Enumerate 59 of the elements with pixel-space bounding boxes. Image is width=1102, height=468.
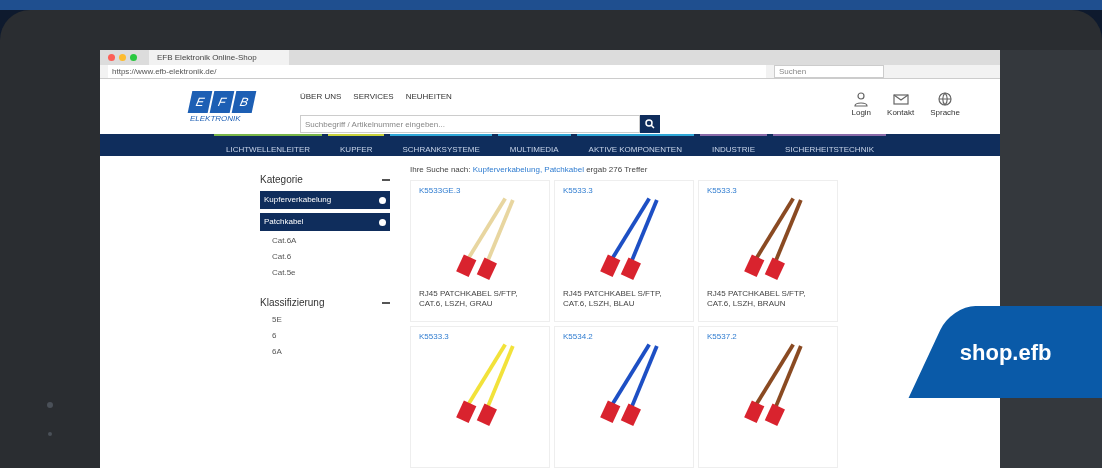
active-filter[interactable]: Patchkabel bbox=[260, 213, 390, 231]
filter-option[interactable]: Cat.6A bbox=[260, 235, 390, 247]
product-name: RJ45 PATCHKABEL S/FTP, CAT.6, LSZH, BRAUN bbox=[707, 288, 807, 309]
product-card[interactable]: K5537.2 bbox=[698, 326, 838, 468]
browser-search-field[interactable]: Suchen bbox=[774, 65, 884, 78]
search-button[interactable] bbox=[640, 115, 660, 133]
remove-icon[interactable] bbox=[379, 196, 386, 204]
header-action[interactable]: Login bbox=[851, 91, 872, 121]
user-icon bbox=[853, 91, 870, 107]
browser-tab[interactable]: EFB Elektronik Online-Shop bbox=[149, 50, 289, 65]
product-card[interactable]: K5533.3 RJ45 PATCHKABEL S/FTP, CAT.6, LSZH, BRAUN bbox=[698, 180, 838, 322]
logo-letter: E bbox=[187, 91, 213, 113]
results-text: Ihre Suche nach: Kupferverkabelung, Patchkabel ergab 276 Treffer bbox=[410, 164, 649, 176]
filter-option[interactable]: 5E bbox=[260, 314, 390, 326]
product-card[interactable]: K5534.2 bbox=[554, 326, 694, 468]
remove-icon[interactable] bbox=[379, 218, 386, 226]
filter-label: Kupferverkabelung bbox=[264, 194, 332, 206]
banner-text: shop.efb bbox=[960, 338, 1052, 367]
nav-item[interactable]: SICHERHEITSTECHNIK bbox=[773, 134, 886, 156]
product-code: K5533.3 bbox=[419, 331, 450, 343]
header-action[interactable]: Kontakt bbox=[887, 91, 915, 121]
product-name: RJ45 PATCHKABEL S/FTP, CAT.6, LSZH, BLAU bbox=[563, 288, 663, 309]
nav-item[interactable]: INDUSTRIE bbox=[699, 134, 768, 156]
filter-option[interactable]: Cat.6 bbox=[260, 251, 390, 263]
envelope-icon bbox=[892, 91, 909, 107]
nav-item[interactable]: SCHRANKSYSTEME bbox=[390, 134, 492, 156]
filter-option[interactable]: 6A bbox=[260, 346, 390, 358]
header-link[interactable]: SERVICES bbox=[353, 91, 394, 103]
filter-title: Kategorie bbox=[260, 173, 303, 187]
product-code: K5537.2 bbox=[707, 331, 738, 343]
site-search-field[interactable]: Suchbegriff / Artikelnummer eingeben... bbox=[300, 115, 640, 133]
url-field[interactable]: https://www.efb-elektronik.de/ bbox=[108, 65, 766, 78]
logo-text: ELEKTRONIK bbox=[190, 113, 242, 125]
active-filter[interactable]: Kupferverkabelung bbox=[260, 191, 390, 209]
filter-title: Klassifizierung bbox=[260, 296, 325, 310]
product-card[interactable]: K5533GE.3 RJ45 PATCHKABEL S/FTP, CAT.6, LSZH, GRAU bbox=[410, 180, 550, 322]
product-code: K5534.2 bbox=[563, 331, 594, 343]
filter-option[interactable]: 6 bbox=[260, 330, 390, 342]
collapse-icon[interactable] bbox=[382, 178, 390, 181]
product-code: K5533.3 bbox=[563, 185, 594, 197]
header-link[interactable]: ÜBER UNS bbox=[300, 91, 342, 103]
search-icon bbox=[645, 119, 655, 129]
nav-item[interactable]: KUPFER bbox=[328, 134, 385, 156]
product-code: K5533GE.3 bbox=[419, 185, 462, 197]
header-link[interactable]: NEUHEITEN bbox=[405, 91, 452, 103]
collapse-icon[interactable] bbox=[382, 301, 390, 304]
product-code: K5533.3 bbox=[707, 185, 738, 197]
nav-item[interactable]: MULTIMEDIA bbox=[497, 134, 571, 156]
nav-item[interactable]: LICHTWELLENLEITER bbox=[214, 134, 323, 156]
logo-letter: F bbox=[209, 91, 235, 113]
filter-option[interactable]: Cat.5e bbox=[260, 267, 390, 279]
nav-item[interactable]: AKTIVE KOMPONENTEN bbox=[576, 134, 694, 156]
product-card[interactable]: K5533.3 bbox=[410, 326, 550, 468]
filter-label: Patchkabel bbox=[264, 216, 304, 228]
product-card[interactable]: K5533.3 RJ45 PATCHKABEL S/FTP, CAT.6, LSZH, BLAU bbox=[554, 180, 694, 322]
header-action[interactable]: Sprache bbox=[930, 91, 960, 121]
logo-letter: B bbox=[231, 91, 257, 113]
product-name: RJ45 PATCHKABEL S/FTP, CAT.6, LSZH, GRAU bbox=[419, 288, 519, 309]
globe-icon bbox=[937, 91, 954, 107]
